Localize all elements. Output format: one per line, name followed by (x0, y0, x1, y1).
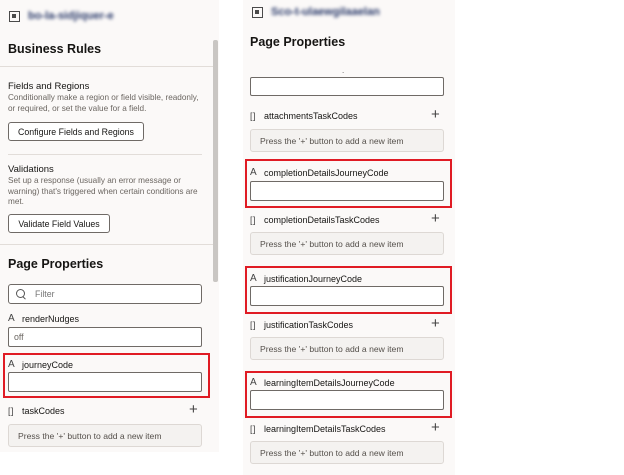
left-panel-header: bo-la-sidjiquer-e (9, 10, 114, 22)
divider (0, 244, 213, 245)
property-label-justification-task-codes: [ ] justificationTaskCodes (250, 320, 353, 330)
add-attachments-task-code-button[interactable]: + (431, 107, 440, 122)
scrollbar[interactable] (213, 40, 218, 282)
render-nudges-field[interactable]: off (8, 327, 202, 347)
add-justification-task-code-button[interactable]: + (431, 316, 440, 331)
array-type-icon: [ ] (250, 111, 256, 121)
highlight-journey-code (3, 353, 210, 398)
divider (0, 66, 213, 67)
page-properties-title: Page Properties (8, 257, 104, 271)
overflow-dot: . (342, 66, 345, 75)
text-type-icon: A (8, 313, 15, 324)
fields-regions-description: Conditionally make a region or field vis… (8, 93, 199, 113)
array-type-icon: [ ] (250, 424, 256, 434)
property-label-attachments-task-codes: [ ] attachmentsTaskCodes (250, 111, 358, 121)
array-type-icon: [ ] (250, 215, 256, 225)
learning-task-codes-empty-message: Press the '+' button to add a new item (250, 441, 444, 464)
property-label-completion-task-codes: [ ] completionDetailsTaskCodes (250, 215, 380, 225)
left-panel-header-title: bo-la-sidjiquer-e (28, 10, 114, 22)
highlight-justification-journey-code (245, 266, 452, 314)
attachments-task-codes-empty-message: Press the '+' button to add a new item (250, 129, 444, 152)
top-property-field[interactable] (250, 77, 444, 96)
highlight-completion-journey-code (245, 159, 452, 208)
validations-description: Set up a response (usually an error mess… (8, 176, 198, 206)
validate-field-values-button[interactable]: Validate Field Values (8, 214, 110, 233)
filter-input[interactable] (35, 289, 175, 299)
array-type-icon: [ ] (250, 320, 256, 330)
validations-title: Validations (8, 164, 54, 175)
component-icon (9, 10, 20, 22)
property-label-task-codes: [ ] taskCodes (8, 406, 65, 416)
array-type-icon: [ ] (8, 406, 14, 416)
property-label-text: renderNudges (22, 313, 80, 324)
right-panel-header-title: Sco-t-ulaewgilaaelan (271, 6, 380, 18)
right-panel-header: Sco-t-ulaewgilaaelan (252, 6, 380, 18)
task-codes-empty-message: Press the '+' button to add a new item (8, 424, 202, 447)
component-icon (252, 6, 263, 18)
search-icon (16, 288, 27, 300)
page-properties-title: Page Properties (250, 35, 346, 49)
justification-task-codes-empty-message: Press the '+' button to add a new item (250, 337, 444, 360)
business-rules-title: Business Rules (8, 42, 102, 56)
property-label-render-nudges: A renderNudges (8, 313, 79, 324)
property-label-learning-task-codes: [ ] learningItemDetailsTaskCodes (250, 424, 386, 434)
add-completion-task-code-button[interactable]: + (431, 211, 440, 226)
divider (8, 154, 202, 155)
property-label-text: attachmentsTaskCodes (264, 111, 358, 121)
highlight-learning-journey-code (245, 371, 452, 418)
property-label-text: completionDetailsTaskCodes (264, 215, 380, 225)
configure-fields-regions-button[interactable]: Configure Fields and Regions (8, 122, 144, 141)
completion-task-codes-empty-message: Press the '+' button to add a new item (250, 232, 444, 255)
property-label-text: justificationTaskCodes (264, 320, 354, 330)
property-label-text: learningItemDetailsTaskCodes (264, 424, 386, 434)
add-task-code-button[interactable]: + (189, 402, 198, 417)
property-label-text: taskCodes (22, 406, 65, 416)
fields-regions-title: Fields and Regions (8, 81, 90, 92)
filter-input-wrapper[interactable] (8, 284, 202, 304)
add-learning-task-code-button[interactable]: + (431, 420, 440, 435)
